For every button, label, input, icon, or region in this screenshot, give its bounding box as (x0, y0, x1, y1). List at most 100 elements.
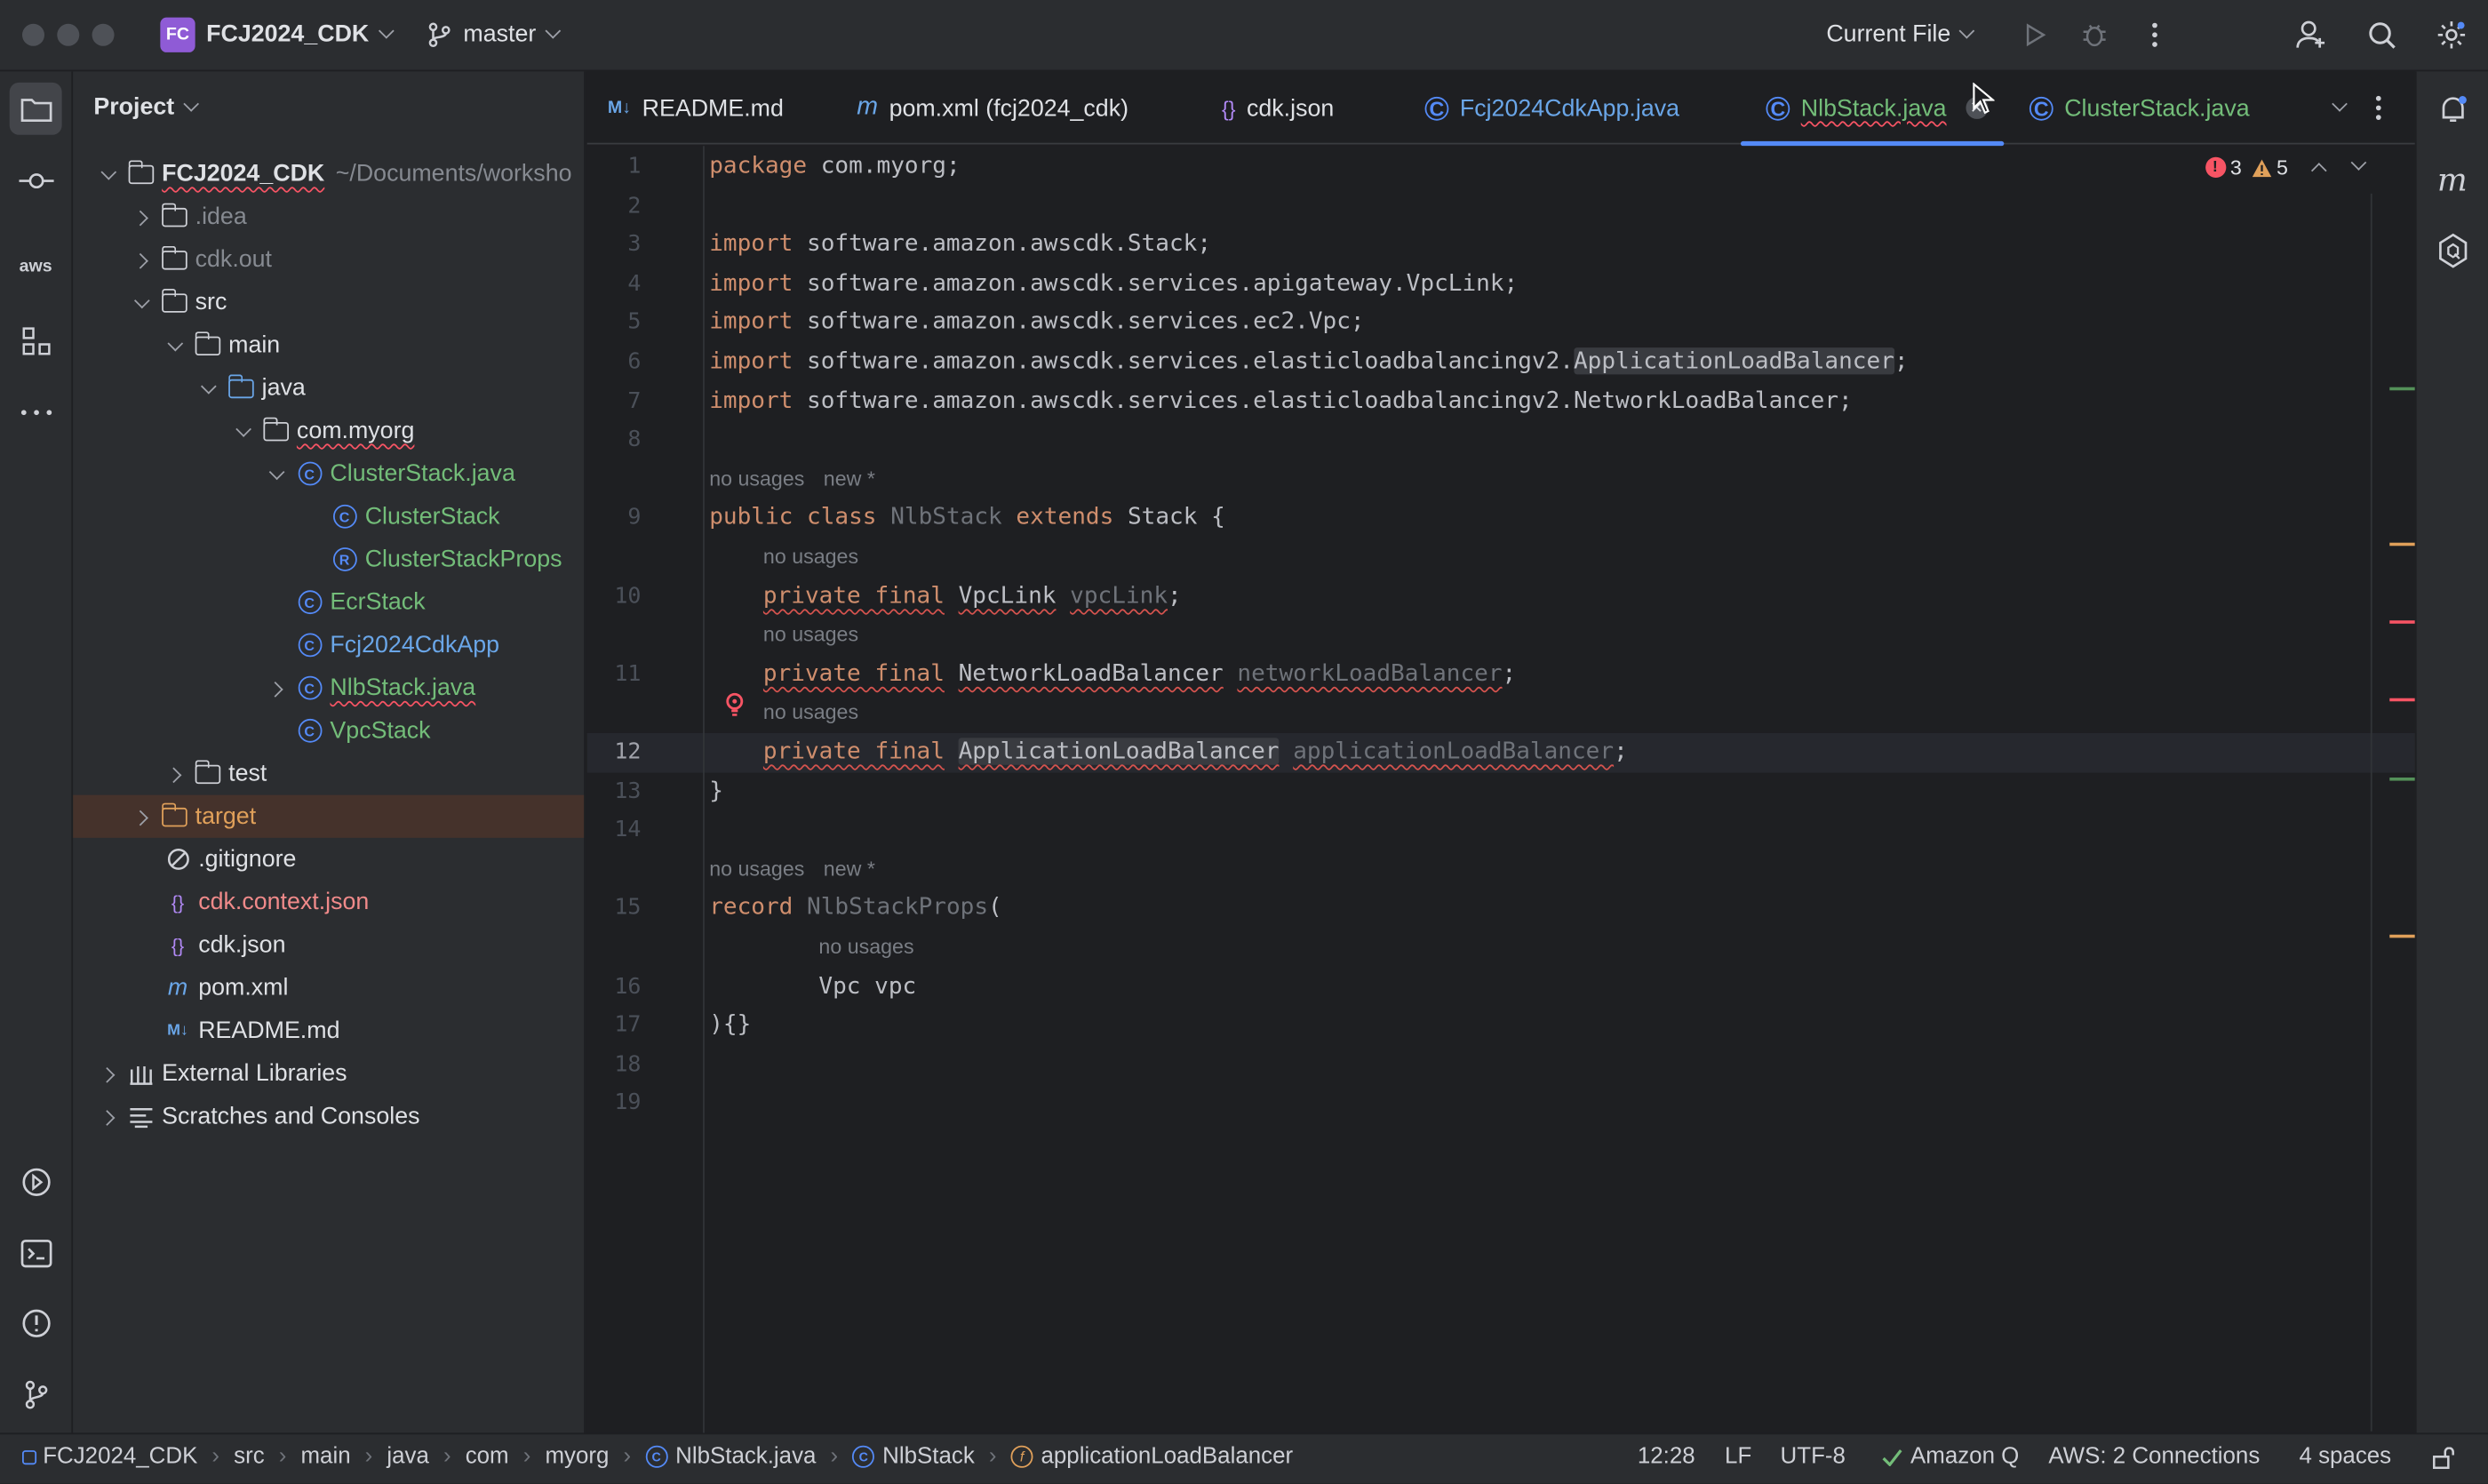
inspection-widget[interactable]: ! 3 5 (2205, 155, 2367, 180)
settings-gear-icon[interactable] (2434, 18, 2468, 52)
structure-tool-icon[interactable] (10, 315, 62, 367)
tree-node-fcj2024cdkapp[interactable]: C Fcj2024CdkApp (73, 624, 584, 666)
tree-node-vpcstack[interactable]: C VpcStack (73, 709, 584, 752)
aws-toolkit-icon[interactable]: aws (10, 240, 62, 292)
breadcrumb-item[interactable]: com (466, 1444, 509, 1470)
breadcrumb-item[interactable]: applicationLoadBalancer (1041, 1444, 1294, 1470)
breadcrumb-item[interactable]: main (300, 1444, 350, 1470)
expand-arrow-icon[interactable] (133, 209, 149, 225)
usages-hint[interactable]: no usages (818, 935, 913, 959)
expand-arrow-icon[interactable] (133, 251, 149, 267)
expand-arrow-icon[interactable] (268, 680, 284, 696)
tree-node-java[interactable]: java (73, 366, 584, 409)
tabs-overflow-dropdown[interactable] (2323, 71, 2348, 144)
breadcrumb-item[interactable]: NlbStack.java (675, 1444, 816, 1470)
code-editor[interactable]: ! 3 5 1 2 3 4 5 6 7 8 9 10 11 12 13 14 15… (586, 146, 2415, 1433)
amazon-q-icon[interactable] (2426, 224, 2478, 276)
aws-connections[interactable]: AWS: 2 Connections (2048, 1444, 2260, 1470)
tab-pom-xml[interactable]: m pom.xml (fcj2024_cdk) (857, 71, 1128, 144)
collapse-arrow-icon[interactable] (166, 337, 182, 353)
warning-count[interactable]: 5 (2251, 156, 2288, 180)
close-window-button[interactable] (21, 23, 44, 46)
breadcrumb-item[interactable]: src (234, 1444, 265, 1470)
expand-arrow-icon[interactable] (100, 1065, 116, 1081)
intention-bulb-icon[interactable] (725, 692, 744, 718)
tree-node-ecrstack[interactable]: C EcrStack (73, 581, 584, 624)
tab-cdk-json[interactable]: {} cdk.json (1222, 71, 1334, 144)
tree-node-cdk-out[interactable]: cdk.out (73, 238, 584, 281)
minimize-window-button[interactable] (57, 23, 80, 46)
terminal-tool-icon[interactable] (10, 1226, 62, 1279)
branch-switcher[interactable]: master (463, 20, 561, 48)
project-tool-icon[interactable] (9, 82, 62, 135)
tree-node-clusterstackprops[interactable]: R ClusterStackProps (73, 538, 584, 580)
run-configuration-selector[interactable]: Current File (1826, 20, 1975, 48)
line-separator[interactable]: LF (1725, 1444, 1751, 1470)
tree-node-com-myorg[interactable]: com.myorg (73, 410, 584, 452)
tree-node-nlbstack-java[interactable]: C NlbStack.java (73, 666, 584, 709)
tree-node-target[interactable]: target (73, 794, 585, 838)
tab-fcj2024cdkapp[interactable]: C Fcj2024CdkApp.java (1424, 71, 1679, 144)
tab-actions-more-icon[interactable] (2375, 71, 2381, 144)
tab-readme[interactable]: M↓ README.md (608, 71, 784, 144)
problems-tool-icon[interactable] (10, 1297, 62, 1349)
maven-tool-icon[interactable]: m (2426, 152, 2478, 204)
run-icon[interactable] (2017, 18, 2052, 52)
breadcrumb-item[interactable]: java (387, 1444, 429, 1470)
prev-highlight-icon[interactable] (2310, 163, 2327, 179)
tree-node-src[interactable]: src (73, 281, 584, 323)
more-vertical-icon[interactable] (2137, 18, 2172, 52)
more-tools-icon[interactable] (10, 386, 62, 438)
debug-icon[interactable] (2077, 18, 2111, 52)
collapse-arrow-icon[interactable] (235, 423, 251, 439)
tree-node-cdk-context-json[interactable]: {} cdk.context.json (73, 881, 584, 923)
commit-tool-icon[interactable] (10, 154, 62, 206)
maximize-window-button[interactable] (92, 23, 115, 46)
usages-hint[interactable]: no usages (763, 622, 858, 646)
collapse-arrow-icon[interactable] (200, 380, 216, 396)
amazon-q-status[interactable]: Amazon Q (1882, 1444, 2019, 1470)
indent-setting[interactable]: 4 spaces (2299, 1444, 2391, 1470)
collapse-arrow-icon[interactable] (133, 294, 149, 310)
breadcrumb-item[interactable]: NlbStack (882, 1444, 975, 1470)
project-badge[interactable]: FC (160, 17, 195, 52)
expand-arrow-icon[interactable] (166, 766, 182, 782)
tree-node-main[interactable]: main (73, 323, 584, 366)
usages-hint[interactable]: no usages new * (709, 857, 875, 881)
next-highlight-icon[interactable] (2350, 155, 2367, 171)
tree-node-cdk-json[interactable]: {} cdk.json (73, 923, 584, 966)
git-tool-icon[interactable] (10, 1368, 62, 1420)
tree-node-pom-xml[interactable]: m pom.xml (73, 966, 584, 1009)
breadcrumb-item[interactable]: myorg (545, 1444, 609, 1470)
tree-node-clusterstack-java[interactable]: C ClusterStack.java (73, 452, 584, 495)
file-encoding[interactable]: UTF-8 (1781, 1444, 1846, 1470)
collapse-arrow-icon[interactable] (100, 166, 116, 182)
tree-node-test[interactable]: test (73, 752, 584, 794)
tree-node-readme-md[interactable]: M↓ README.md (73, 1009, 584, 1052)
tree-node-scratches[interactable]: Scratches and Consoles (73, 1095, 584, 1137)
git-branch-icon[interactable] (426, 20, 454, 49)
search-icon[interactable] (2364, 18, 2399, 52)
tree-node-clusterstack[interactable]: C ClusterStack (73, 495, 584, 538)
expand-arrow-icon[interactable] (133, 809, 149, 825)
project-switcher[interactable]: FCJ2024_CDK (206, 20, 394, 48)
tree-node-gitignore[interactable]: .gitignore (73, 838, 584, 881)
tree-node-idea[interactable]: .idea (73, 195, 584, 238)
tree-node-root[interactable]: FCJ2024_CDK ~/Documents/worksho (73, 152, 584, 195)
services-tool-icon[interactable] (10, 1155, 62, 1208)
error-count[interactable]: ! 3 (2205, 156, 2242, 180)
usages-hint[interactable]: no usages (763, 699, 858, 723)
tab-nlbstack-active[interactable]: C NlbStack.java ✕ (1740, 71, 2004, 147)
usages-hint[interactable]: no usages new * (709, 467, 875, 491)
add-user-icon[interactable] (2294, 18, 2329, 52)
scrollbar-track[interactable] (2370, 193, 2372, 1432)
collapse-arrow-icon[interactable] (268, 466, 284, 482)
read-only-lock-icon[interactable] (2432, 1447, 2454, 1476)
tree-node-external-libraries[interactable]: External Libraries (73, 1052, 584, 1095)
usages-hint[interactable]: no usages (763, 544, 858, 568)
breadcrumb-item[interactable]: FCJ2024_CDK (43, 1444, 197, 1470)
project-view-selector[interactable]: Project (93, 93, 199, 121)
caret-position[interactable]: 12:28 (1638, 1444, 1695, 1470)
notifications-bell-icon[interactable] (2426, 83, 2478, 135)
expand-arrow-icon[interactable] (100, 1108, 116, 1124)
